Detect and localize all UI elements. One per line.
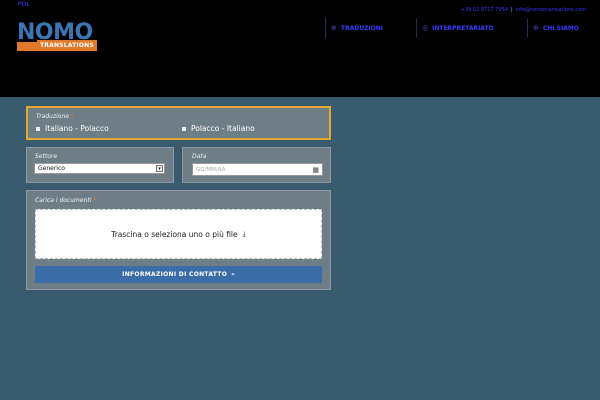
required-marker: * — [70, 113, 74, 120]
translation-label: Traduzione * — [36, 113, 74, 120]
contact-info: +39 02 8717 7954 | info@nomotranslations… — [461, 7, 586, 13]
documents-label: Carica i documenti * — [35, 197, 96, 204]
info-icon: ⊕ — [533, 24, 539, 32]
sector-label: Settore — [35, 153, 58, 160]
date-label: Data — [192, 153, 207, 160]
nav-divider — [325, 18, 326, 38]
sector-select[interactable]: Generico ▾ — [34, 163, 165, 174]
nav-item-label: TRADUZIONI — [340, 24, 384, 32]
nav-item-traduzioni[interactable]: ⊕ TRADUZIONI — [325, 18, 383, 38]
documents-panel: Carica i documenti * Trascina o selezion… — [26, 190, 331, 290]
calendar-icon[interactable]: ▦ — [312, 166, 319, 174]
logo[interactable]: NOMO TRANSLATIONS — [17, 22, 97, 51]
double-chevron-right-icon: » — [231, 271, 235, 278]
site-header: POL +39 02 8717 7954 | info@nomotranslat… — [0, 0, 600, 97]
globe-icon: ⊕ — [331, 24, 337, 32]
logo-subtitle: TRANSLATIONS — [37, 40, 97, 51]
nav-item-label: INTERPRETARIATO — [432, 24, 494, 32]
date-panel: Data GG/MM/AA ▦ — [182, 147, 331, 183]
date-placeholder: GG/MM/AA — [196, 167, 226, 173]
contact-info-button[interactable]: INFORMAZIONI DI CONTATTO » — [35, 266, 322, 283]
radio-italiano-polacco[interactable]: Italiano - Polacco — [36, 124, 109, 133]
translation-panel: Traduzione * Italiano - Polacco Polacco … — [26, 106, 331, 140]
chevron-down-icon: ▾ — [156, 165, 163, 172]
radio-button[interactable] — [36, 126, 40, 131]
radio-button[interactable] — [182, 126, 186, 131]
required-marker: * — [93, 197, 97, 204]
translation-label-text: Traduzione — [36, 113, 69, 120]
sector-selected-value: Generico — [38, 165, 65, 172]
button-label: INFORMAZIONI DI CONTATTO — [122, 271, 228, 278]
sector-panel: Settore Generico ▾ — [26, 147, 174, 183]
contact-separator: | — [511, 7, 513, 13]
email-link[interactable]: info@nomotranslations.com — [516, 7, 586, 13]
documents-label-text: Carica i documenti — [35, 197, 92, 204]
nav-divider — [527, 18, 528, 38]
nav-divider — [416, 18, 417, 38]
radio-label: Polacco - Italiano — [191, 124, 255, 133]
nav-item-interpretariato[interactable]: ◎ INTERPRETARIATO — [416, 18, 494, 38]
nav-item-label: CHI SIAMO — [542, 24, 579, 32]
phone-link[interactable]: +39 02 8717 7954 — [461, 7, 508, 13]
file-dropzone[interactable]: Trascina o seleziona uno o più file ⤓ — [35, 209, 322, 259]
dropzone-text: Trascina o seleziona uno o più file — [111, 229, 238, 239]
language-switch[interactable]: POL — [18, 1, 30, 8]
radio-label: Italiano - Polacco — [45, 124, 109, 133]
mic-icon: ◎ — [422, 24, 429, 32]
nav-item-chi-siamo[interactable]: ⊕ CHI SIAMO — [527, 18, 579, 38]
date-field[interactable]: GG/MM/AA ▦ — [192, 163, 323, 176]
radio-polacco-italiano[interactable]: Polacco - Italiano — [182, 124, 255, 133]
upload-icon: ⤓ — [242, 229, 246, 238]
